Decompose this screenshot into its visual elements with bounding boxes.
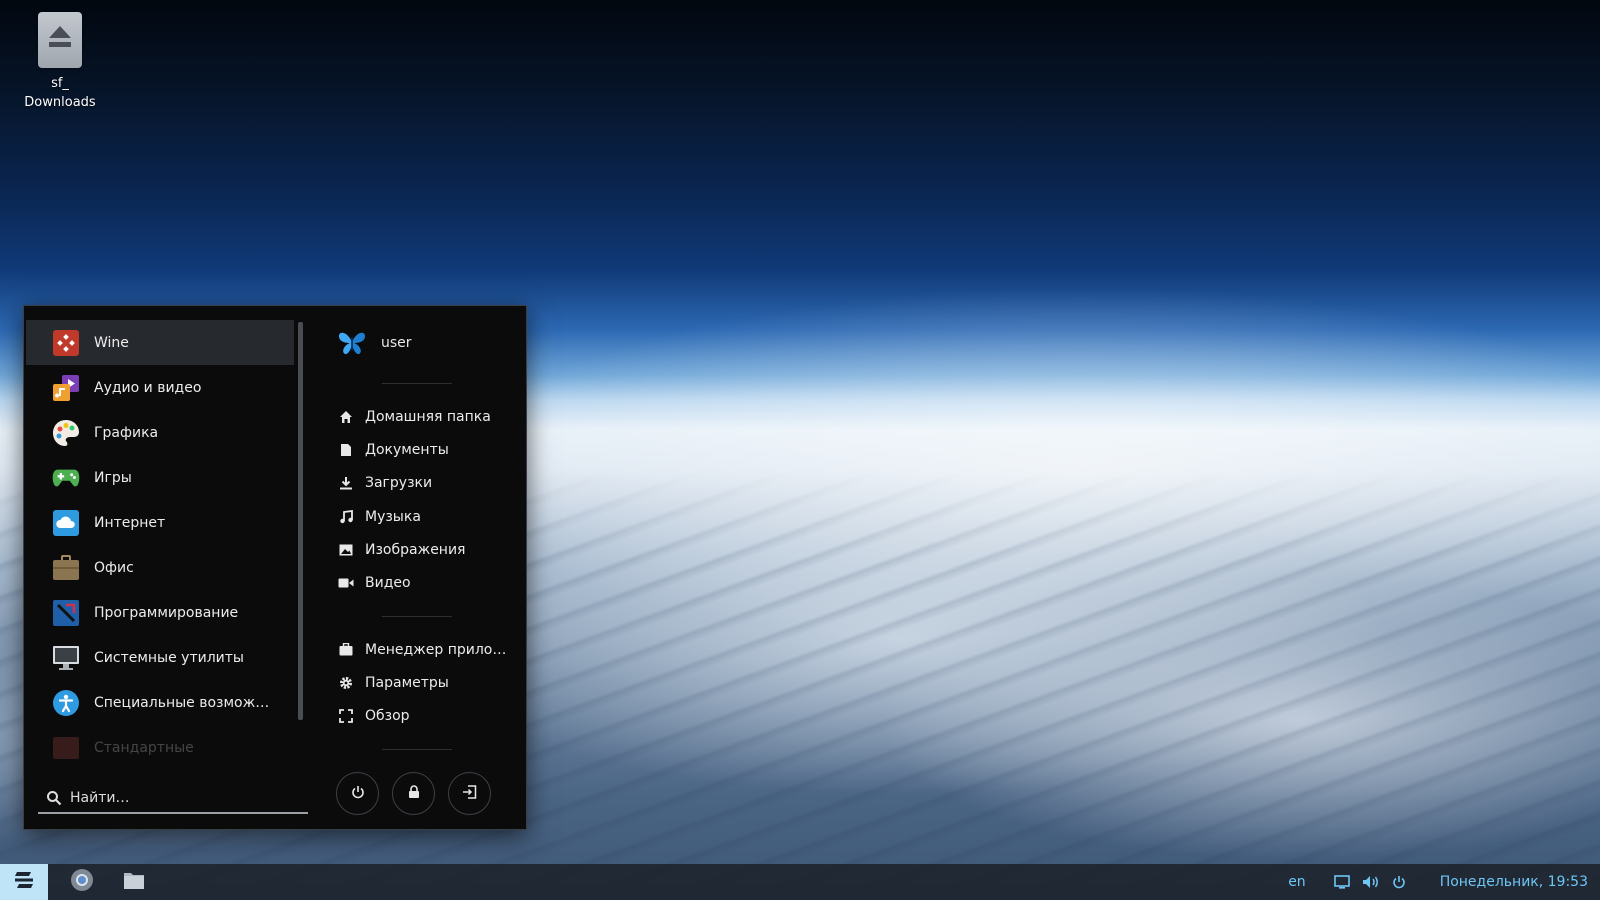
system-label: Обзор	[365, 708, 410, 725]
desktop-icon-sf-downloads[interactable]: sf_ Downloads	[14, 12, 106, 112]
category-internet[interactable]: Интернет	[26, 500, 294, 545]
volume-icon[interactable]	[1362, 875, 1380, 889]
category-games[interactable]: Игры	[26, 455, 294, 500]
category-label: Графика	[94, 424, 159, 441]
accessories-icon	[52, 734, 80, 762]
taskbar-app-files[interactable]	[116, 864, 152, 900]
power-icon[interactable]	[1392, 875, 1406, 889]
keyboard-layout[interactable]: en	[1288, 874, 1306, 890]
place-documents[interactable]: Документы	[337, 433, 517, 466]
category-label: Стандартные	[94, 739, 194, 756]
chrome-icon	[70, 868, 94, 896]
category-list: Wine Аудио и видео Графика Игры Интернет	[26, 320, 294, 766]
accessibility-icon	[52, 689, 80, 717]
user-account[interactable]: user	[337, 328, 412, 358]
lock-icon	[408, 784, 420, 803]
system-list: Менеджер прило… Параметры Обзор	[337, 633, 517, 733]
place-label: Изображения	[365, 541, 466, 558]
system-tray: en Понедельник, 19:53	[1288, 864, 1600, 900]
home-icon	[337, 408, 355, 426]
place-downloads[interactable]: Загрузки	[337, 467, 517, 500]
taskbar: en Понедельник, 19:53	[0, 864, 1600, 900]
category-accessories[interactable]: Стандартные	[26, 725, 294, 766]
files-icon	[123, 870, 145, 894]
category-label: Аудио и видео	[94, 379, 202, 396]
overview-icon	[337, 707, 355, 725]
system-label: Параметры	[365, 674, 449, 691]
category-audio-video[interactable]: Аудио и видео	[26, 365, 294, 410]
music-icon	[337, 508, 355, 526]
place-pictures[interactable]: Изображения	[337, 533, 517, 566]
power-button[interactable]	[336, 772, 379, 815]
display-icon[interactable]	[1333, 875, 1350, 889]
app-menu: Wine Аудио и видео Графика Игры Интернет	[23, 305, 527, 830]
category-system-tools[interactable]: Системные утилиты	[26, 635, 294, 680]
gamepad-icon	[52, 464, 80, 492]
logout-icon	[462, 784, 477, 803]
download-icon	[337, 474, 355, 492]
document-icon	[337, 441, 355, 459]
category-label: Wine	[94, 334, 129, 351]
gear-icon	[337, 674, 355, 692]
category-label: Программирование	[94, 604, 239, 621]
lock-button[interactable]	[392, 772, 435, 815]
cloud-icon	[52, 509, 80, 537]
category-label: Интернет	[94, 514, 166, 531]
place-label: Документы	[365, 441, 449, 458]
clock[interactable]: Понедельник, 19:53	[1440, 874, 1588, 890]
category-programming[interactable]: Программирование	[26, 590, 294, 635]
eject-drive-icon	[38, 12, 82, 68]
search-placeholder: Найти…	[70, 790, 130, 806]
category-accessibility[interactable]: Специальные возмож…	[26, 680, 294, 725]
wine-icon	[52, 329, 80, 357]
place-music[interactable]: Музыка	[337, 500, 517, 533]
user-name: user	[381, 335, 412, 351]
category-label: Игры	[94, 469, 132, 486]
category-label: Офис	[94, 559, 134, 576]
category-label: Специальные возмож…	[94, 694, 270, 711]
image-icon	[337, 541, 355, 559]
butterfly-icon	[337, 328, 367, 358]
separator	[382, 616, 452, 617]
category-label: Системные утилиты	[94, 649, 244, 666]
desktop-icon-label-line1: sf_	[51, 76, 69, 91]
separator	[382, 383, 452, 384]
software-manager-item[interactable]: Менеджер прило…	[337, 633, 517, 666]
place-label: Видео	[365, 575, 411, 592]
overview-item[interactable]: Обзор	[337, 700, 517, 733]
place-home[interactable]: Домашняя папка	[337, 400, 517, 433]
place-videos[interactable]: Видео	[337, 566, 517, 599]
separator	[382, 749, 452, 750]
session-actions	[336, 772, 491, 815]
search-icon	[46, 790, 62, 806]
search-input[interactable]: Найти…	[38, 784, 308, 814]
desktop-icon-label-line2: Downloads	[24, 95, 96, 110]
logout-button[interactable]	[448, 772, 491, 815]
software-icon	[337, 641, 355, 659]
audio-video-icon	[52, 374, 80, 402]
system-label: Менеджер прило…	[365, 641, 507, 658]
place-label: Загрузки	[365, 475, 433, 492]
zorin-logo-icon	[13, 870, 35, 894]
category-wine[interactable]: Wine	[26, 320, 294, 365]
places-list: Домашняя папка Документы Загрузки Музыка…	[337, 400, 517, 600]
place-label: Домашняя папка	[365, 408, 491, 425]
monitor-icon	[52, 644, 80, 672]
place-label: Музыка	[365, 508, 421, 525]
briefcase-icon	[52, 554, 80, 582]
video-icon	[337, 574, 355, 592]
start-menu-button[interactable]	[0, 864, 48, 900]
category-office[interactable]: Офис	[26, 545, 294, 590]
palette-icon	[52, 419, 80, 447]
programming-icon	[52, 599, 80, 627]
category-scrollbar[interactable]	[298, 322, 303, 720]
power-icon	[351, 784, 365, 803]
taskbar-app-chrome[interactable]	[64, 864, 100, 900]
settings-item[interactable]: Параметры	[337, 666, 517, 699]
category-graphics[interactable]: Графика	[26, 410, 294, 455]
